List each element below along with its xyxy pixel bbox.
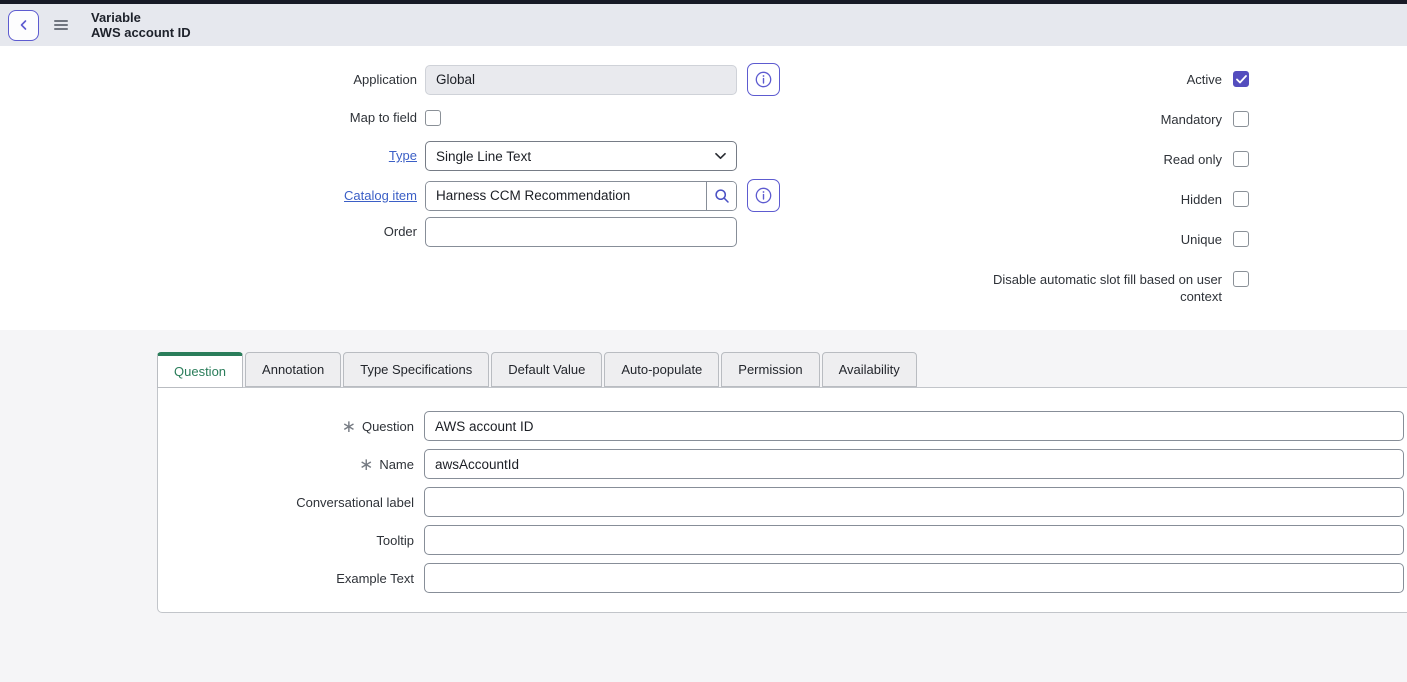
catalog-item-info-button[interactable] — [747, 179, 780, 212]
disable-slot-fill-checkbox[interactable] — [1233, 271, 1249, 287]
question-tab-panel: ∗ Question ∗ Name Conversational label — [157, 387, 1407, 613]
hidden-checkbox[interactable] — [1233, 191, 1249, 207]
read-only-label: Read only — [972, 151, 1222, 168]
disable-slot-fill-label: Disable automatic slot fill based on use… — [972, 271, 1222, 305]
conversational-label-row: Conversational label — [158, 487, 1404, 517]
chevron-left-icon — [18, 19, 30, 31]
tabbed-section: Question Annotation Type Specifications … — [0, 330, 1407, 682]
back-button[interactable] — [8, 10, 39, 41]
required-marker: ∗ — [359, 458, 373, 471]
variable-form: Application Map to field Type Single Lin… — [0, 46, 1407, 330]
order-row: Order — [0, 217, 737, 247]
tab-auto-populate[interactable]: Auto-populate — [604, 352, 719, 387]
menu-icon[interactable] — [54, 20, 68, 30]
example-text-row: Example Text — [158, 563, 1404, 593]
question-input[interactable] — [424, 411, 1404, 441]
active-checkbox[interactable] — [1233, 71, 1249, 87]
name-row: ∗ Name — [158, 449, 1404, 479]
search-icon — [714, 188, 730, 204]
app-window: Variable AWS account ID Application Map … — [0, 0, 1407, 682]
active-flag-row: Active — [972, 71, 1249, 88]
order-label: Order — [0, 224, 425, 240]
application-info-button[interactable] — [747, 63, 780, 96]
tab-strip: Question Annotation Type Specifications … — [157, 352, 917, 387]
unique-label: Unique — [972, 231, 1222, 248]
type-select[interactable]: Single Line Text — [425, 141, 737, 171]
example-text-label: Example Text — [336, 571, 414, 586]
tooltip-row: Tooltip — [158, 525, 1404, 555]
application-label: Application — [0, 72, 425, 88]
info-icon — [755, 71, 772, 88]
catalog-item-lookup-button[interactable] — [706, 182, 736, 210]
catalog-item-row: Catalog item — [0, 179, 780, 212]
record-type: Variable — [91, 10, 191, 25]
active-label: Active — [972, 71, 1222, 88]
application-input — [425, 65, 737, 95]
mandatory-checkbox[interactable] — [1233, 111, 1249, 127]
tab-default-value[interactable]: Default Value — [491, 352, 602, 387]
type-label-link[interactable]: Type — [389, 148, 417, 163]
catalog-item-input[interactable] — [426, 182, 706, 210]
map-to-field-row: Map to field — [0, 110, 441, 126]
header: Variable AWS account ID — [0, 4, 1407, 46]
record-title: Variable AWS account ID — [91, 10, 191, 40]
catalog-item-reference — [425, 181, 737, 211]
question-label: Question — [362, 419, 414, 434]
example-text-input[interactable] — [424, 563, 1404, 593]
mandatory-label: Mandatory — [972, 111, 1222, 128]
tab-permission[interactable]: Permission — [721, 352, 819, 387]
tooltip-label: Tooltip — [376, 533, 414, 548]
read-only-checkbox[interactable] — [1233, 151, 1249, 167]
chevron-down-icon — [715, 152, 726, 160]
tooltip-input[interactable] — [424, 525, 1404, 555]
catalog-item-label-link[interactable]: Catalog item — [344, 188, 417, 203]
question-row: ∗ Question — [158, 411, 1404, 441]
type-row: Type Single Line Text — [0, 141, 737, 171]
map-to-field-label: Map to field — [0, 110, 425, 126]
hidden-label: Hidden — [972, 191, 1222, 208]
record-name: AWS account ID — [91, 25, 191, 40]
name-label: Name — [379, 457, 414, 472]
mandatory-flag-row: Mandatory — [972, 111, 1249, 128]
hidden-flag-row: Hidden — [972, 191, 1249, 208]
name-input[interactable] — [424, 449, 1404, 479]
conversational-label-label: Conversational label — [296, 495, 414, 510]
read-only-flag-row: Read only — [972, 151, 1249, 168]
order-input[interactable] — [425, 217, 737, 247]
application-row: Application — [0, 63, 780, 96]
conversational-label-input[interactable] — [424, 487, 1404, 517]
tab-availability[interactable]: Availability — [822, 352, 917, 387]
disable-slot-fill-flag-row: Disable automatic slot fill based on use… — [972, 271, 1249, 305]
type-select-value: Single Line Text — [436, 149, 531, 164]
map-to-field-checkbox[interactable] — [425, 110, 441, 126]
tab-type-specifications[interactable]: Type Specifications — [343, 352, 489, 387]
tab-annotation[interactable]: Annotation — [245, 352, 341, 387]
required-marker: ∗ — [342, 420, 356, 433]
unique-flag-row: Unique — [972, 231, 1249, 248]
info-icon — [755, 187, 772, 204]
unique-checkbox[interactable] — [1233, 231, 1249, 247]
tab-question[interactable]: Question — [157, 352, 243, 388]
